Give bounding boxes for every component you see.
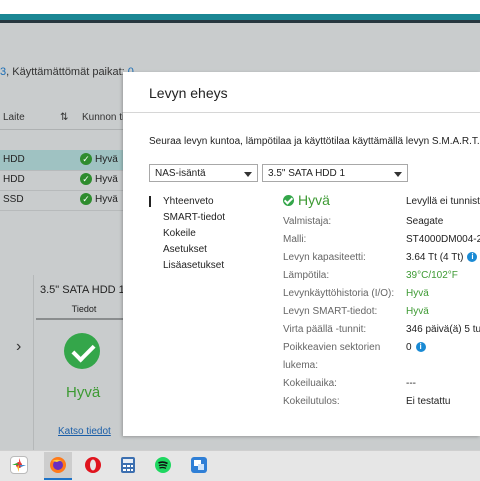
summary-line: 3, Käyttämättömät paikat: 0: [0, 66, 134, 78]
disk-health-dialog: Levyn eheys Seuraa levyn kuntoa, lämpöti…: [123, 72, 480, 436]
value-smart: Hyvä: [406, 306, 429, 317]
value-manufacturer: Seagate: [406, 216, 444, 227]
label-test-time: Kokeiluaika:: [283, 378, 337, 389]
value-temperature: 39°C/102°F: [406, 270, 458, 281]
health-status: Hyvä: [298, 192, 330, 208]
disk-panel-status: Hyvä: [66, 384, 101, 401]
disk-select-value: 3.5" SATA HDD 1: [268, 168, 346, 179]
row-status: Hyvä: [95, 154, 118, 165]
nav-item-test[interactable]: Kokeile: [163, 228, 196, 239]
chevron-down-icon: [244, 172, 252, 177]
label-temperature: Lämpötila:: [283, 270, 330, 281]
nav-item-summary[interactable]: Yhteenveto: [163, 196, 214, 207]
label-io-history: Levynkäyttöhistoria (I/O):: [283, 288, 395, 299]
column-status[interactable]: Kunnon ti: [82, 112, 124, 123]
table-row[interactable]: SSD ✓ Hyvä: [0, 190, 130, 211]
value-test-result: Ei testattu: [406, 396, 451, 407]
nav-active-indicator: [149, 196, 151, 207]
check-icon: ✓: [80, 193, 92, 205]
remote-desktop-icon[interactable]: [190, 456, 208, 474]
divider: [123, 112, 480, 113]
row-device: HDD: [3, 154, 25, 165]
dialog-title: Levyn eheys: [149, 85, 228, 101]
info-icon[interactable]: i: [467, 252, 478, 263]
check-circle-icon: [64, 333, 100, 369]
sort-icon[interactable]: ⇅: [60, 112, 68, 123]
table-row[interactable]: HDD ✓ Hyvä: [0, 170, 130, 191]
disk-panel-title: 3.5" SATA HDD 1: [40, 284, 125, 296]
label-bad-sectors-cont: lukema:: [283, 360, 319, 371]
firefox-icon[interactable]: [49, 456, 67, 474]
table-row[interactable]: HDD ✓ Hyvä: [0, 150, 130, 171]
nav-item-settings[interactable]: Asetukset: [163, 244, 207, 255]
label-manufacturer: Valmistaja:: [283, 216, 332, 227]
opera-icon[interactable]: [84, 456, 102, 474]
value-power-on-hours: 346 päivä(ä) 5 tun: [406, 324, 480, 335]
row-device: HDD: [3, 174, 25, 185]
disk-select[interactable]: 3.5" SATA HDD 1: [262, 164, 408, 182]
host-select[interactable]: NAS-isäntä: [149, 164, 258, 182]
capacity-text: 3.64 Tt (4 Tt): [406, 252, 464, 263]
row-device: SSD: [3, 194, 24, 205]
label-capacity: Levyn kapasiteetti:: [283, 252, 366, 263]
tab-details[interactable]: Tiedot: [36, 300, 132, 320]
summary-text: , Käyttämättömät paikat:: [6, 66, 128, 78]
value-bad-sectors: 0i: [406, 342, 426, 353]
value-io-history: Hyvä: [406, 288, 429, 299]
label-power-on-hours: Virta päällä -tunnit:: [283, 324, 367, 335]
status-note: Levyllä ei tunniste: [406, 196, 480, 207]
check-circle-icon: [283, 195, 294, 206]
label-bad-sectors: Poikkeavien sektorien: [283, 342, 381, 353]
calculator-icon[interactable]: [119, 456, 137, 474]
info-icon[interactable]: i: [415, 342, 426, 353]
row-status: Hyvä: [95, 194, 118, 205]
chevron-right-icon[interactable]: ›: [16, 338, 21, 356]
value-capacity: 3.64 Tt (4 Tt) i: [406, 252, 478, 263]
column-device[interactable]: Laite: [3, 112, 25, 123]
window-top-bar: [0, 0, 480, 14]
label-smart: Levyn SMART-tiedot:: [283, 306, 378, 317]
app-pinwheel-icon[interactable]: [10, 456, 28, 474]
taskbar: [0, 450, 480, 481]
row-status: Hyvä: [95, 174, 118, 185]
check-icon: ✓: [80, 173, 92, 185]
bad-sectors-text: 0: [406, 342, 412, 353]
dialog-description: Seuraa levyn kuntoa, lämpötilaa ja käytt…: [149, 136, 480, 147]
nav-item-smart[interactable]: SMART-tiedot: [163, 212, 225, 223]
value-model: ST4000DM004-20: [406, 234, 480, 245]
chevron-down-icon: [394, 172, 402, 177]
check-icon: ✓: [80, 153, 92, 165]
nav-item-advanced[interactable]: Lisäasetukset: [163, 260, 224, 271]
value-test-time: ---: [406, 378, 416, 389]
spotify-icon[interactable]: [154, 456, 172, 474]
host-select-value: NAS-isäntä: [155, 168, 206, 179]
view-details-link[interactable]: Katso tiedot: [58, 426, 111, 437]
label-model: Malli:: [283, 234, 307, 245]
label-test-result: Kokeilutulos:: [283, 396, 340, 407]
